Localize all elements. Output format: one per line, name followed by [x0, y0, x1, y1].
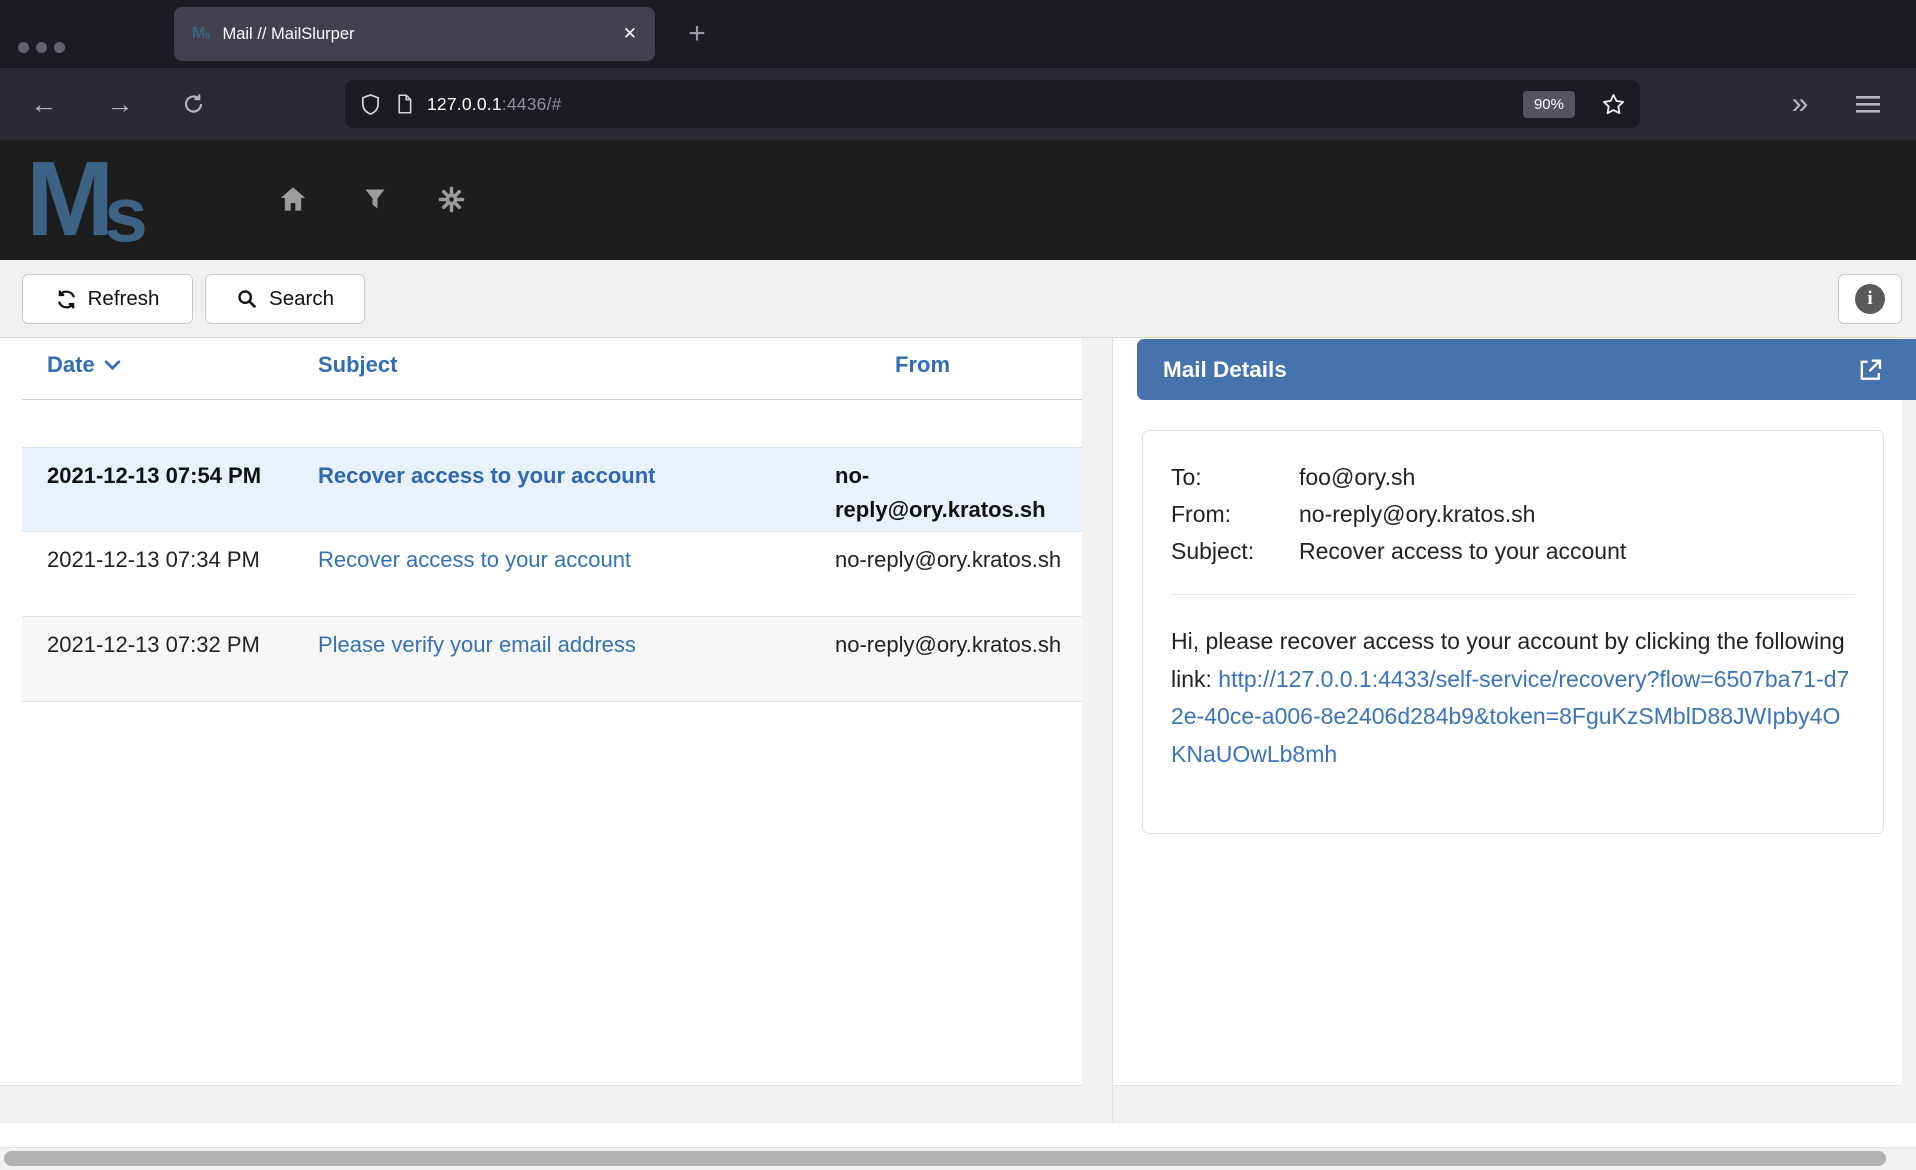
cell-from: no-reply@ory.kratos.sh	[835, 628, 1079, 662]
mail-details-header: Mail Details	[1137, 339, 1916, 400]
refresh-button[interactable]: Refresh	[22, 274, 193, 324]
mailslurper-logo: M s	[26, 144, 148, 254]
window-controls[interactable]	[18, 42, 65, 53]
sort-chevron-down-icon	[104, 359, 121, 371]
reload-icon	[182, 92, 206, 116]
mail-list-panel: Date Subject From 2021-12-13 07:54 PM Re…	[0, 338, 1082, 1086]
browser-window: Ms Mail // MailSlurper ✕ + ← → 127.0.0.1…	[0, 0, 1916, 1170]
refresh-label: Refresh	[88, 287, 160, 311]
url-bar[interactable]: 127.0.0.1:4436/# 90%	[345, 80, 1640, 128]
zoom-level-badge[interactable]: 90%	[1523, 91, 1575, 118]
external-link-icon	[1856, 356, 1884, 384]
refresh-icon	[56, 289, 77, 310]
mail-details-card: To: foo@ory.sh From: no-reply@ory.kratos…	[1142, 430, 1884, 834]
bookmark-star-button[interactable]	[1601, 92, 1626, 117]
tab-strip: Ms Mail // MailSlurper ✕ +	[0, 0, 1916, 68]
app-header: M s	[0, 140, 1916, 260]
mail-body: Hi, please recover access to your accoun…	[1171, 623, 1855, 773]
browser-tab[interactable]: Ms Mail // MailSlurper ✕	[174, 7, 655, 61]
from-value: no-reply@ory.kratos.sh	[1299, 496, 1535, 533]
home-icon	[279, 186, 307, 212]
gear-icon	[438, 186, 465, 213]
from-label: From:	[1171, 496, 1299, 533]
overflow-menu-button[interactable]: »	[1776, 68, 1824, 140]
cell-date: 2021-12-13 07:34 PM	[47, 543, 265, 577]
url-text: 127.0.0.1:4436/#	[427, 94, 562, 115]
mail-row[interactable]: 2021-12-13 07:34 PM Recover access to yo…	[22, 532, 1082, 617]
subject-value: Recover access to your account	[1299, 533, 1626, 570]
mail-rows: 2021-12-13 07:54 PM Recover access to yo…	[22, 447, 1082, 702]
subject-label: Subject:	[1171, 533, 1299, 570]
mailslurper-favicon: Ms	[192, 25, 210, 43]
recovery-link[interactable]: http://127.0.0.1:4433/self-service/recov…	[1171, 666, 1849, 767]
url-suffix: :4436/#	[502, 94, 562, 114]
cell-subject-link[interactable]: Recover access to your account	[318, 459, 808, 493]
browser-toolbar: ← → 127.0.0.1:4436/# 90%	[0, 68, 1916, 140]
field-to: To: foo@ory.sh	[1171, 459, 1855, 496]
window-control-dot[interactable]	[36, 42, 47, 53]
shield-icon	[359, 92, 382, 117]
open-external-button[interactable]	[1856, 356, 1884, 384]
column-header-from: From	[895, 352, 950, 378]
info-button[interactable]: i	[1838, 274, 1902, 324]
mail-row[interactable]: 2021-12-13 07:54 PM Recover access to yo…	[22, 447, 1082, 532]
horizontal-scrollbar-thumb[interactable]	[4, 1151, 1886, 1166]
to-label: To:	[1171, 459, 1299, 496]
bottom-strip	[0, 1122, 1916, 1148]
search-button[interactable]: Search	[205, 274, 365, 324]
hamburger-icon	[1855, 93, 1881, 115]
new-tab-button[interactable]: +	[676, 14, 718, 54]
filter-button[interactable]	[352, 176, 398, 222]
app-menu-button[interactable]	[1844, 68, 1892, 140]
page-icon	[394, 92, 415, 116]
cell-from: no-reply@ory.kratos.sh	[835, 543, 1079, 577]
cell-subject-link[interactable]: Please verify your email address	[318, 628, 808, 662]
details-separator	[1171, 594, 1855, 595]
cell-date: 2021-12-13 07:32 PM	[47, 628, 265, 662]
mail-list-header: Date Subject From	[22, 338, 1082, 400]
window-control-dot[interactable]	[54, 42, 65, 53]
filter-icon	[363, 186, 387, 212]
info-icon: i	[1855, 284, 1885, 314]
mail-details-title: Mail Details	[1163, 357, 1287, 383]
to-value: foo@ory.sh	[1299, 459, 1415, 496]
column-header-date[interactable]: Date	[47, 352, 121, 378]
app-toolbar: Refresh Search i	[0, 260, 1916, 338]
cell-from: no-reply@ory.kratos.sh	[835, 459, 1079, 527]
cell-date: 2021-12-13 07:54 PM	[47, 459, 265, 493]
star-icon	[1601, 92, 1626, 117]
field-from: From: no-reply@ory.kratos.sh	[1171, 496, 1855, 533]
home-button[interactable]	[270, 176, 316, 222]
tab-close-button[interactable]: ✕	[623, 24, 637, 44]
main-content: Date Subject From 2021-12-13 07:54 PM Re…	[0, 338, 1916, 1170]
url-host: 127.0.0.1	[427, 94, 502, 114]
column-header-subject: Subject	[318, 352, 397, 378]
mail-row[interactable]: 2021-12-13 07:32 PM Please verify your e…	[22, 617, 1082, 702]
search-label: Search	[269, 287, 334, 311]
horizontal-scrollbar	[0, 1148, 1916, 1170]
field-subject: Subject: Recover access to your account	[1171, 533, 1855, 570]
reload-button[interactable]	[170, 68, 218, 140]
search-icon	[236, 288, 258, 310]
cell-subject-link[interactable]: Recover access to your account	[318, 543, 808, 577]
settings-button[interactable]	[428, 176, 474, 222]
window-control-dot[interactable]	[18, 42, 29, 53]
forward-button[interactable]: →	[96, 68, 144, 140]
tab-title: Mail // MailSlurper	[222, 25, 354, 44]
back-button[interactable]: ←	[20, 68, 68, 140]
